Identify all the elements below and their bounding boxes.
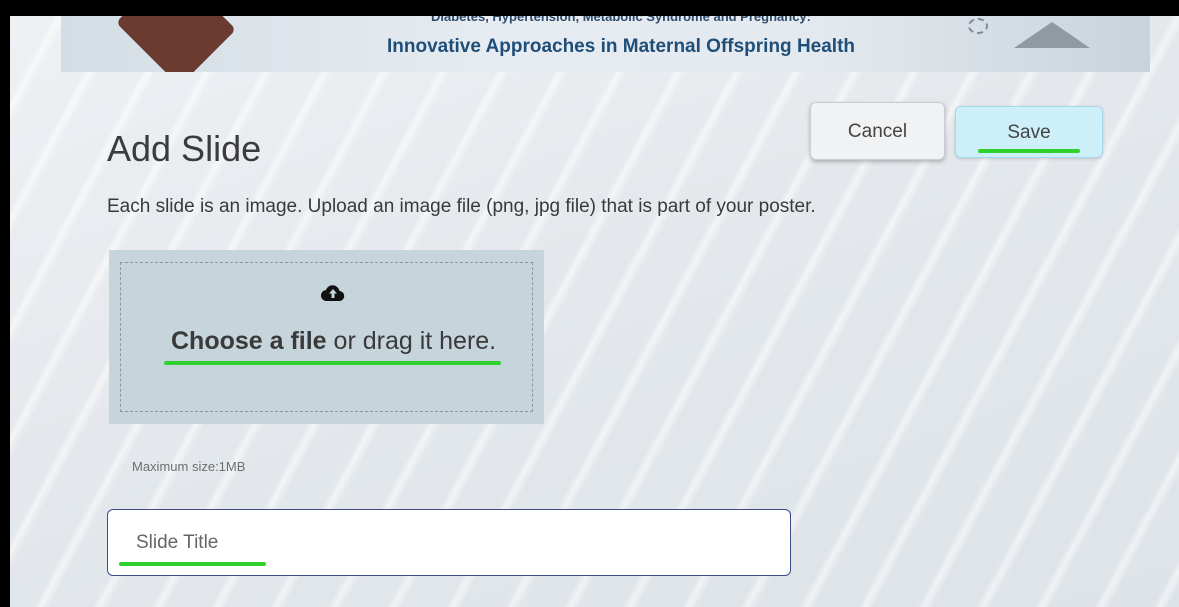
page-title: Add Slide [107,128,262,169]
banner-decoration [968,18,988,34]
banner-triangle [1014,22,1090,48]
highlight-save [978,149,1080,153]
choose-file-link[interactable]: Choose a file [171,327,327,355]
banner-title: Innovative Approaches in Maternal Offspr… [386,36,856,57]
dropzone-border: Choose a file or drag it here. [120,262,533,412]
conference-banner: Diabetes, Hypertension, Metabolic Syndro… [61,16,1150,72]
file-dropzone[interactable]: Choose a file or drag it here. [109,250,544,424]
max-size-hint: Maximum size:1MB [132,459,246,474]
cancel-button[interactable]: Cancel [810,102,945,160]
drag-hint: or drag it here. [326,327,497,355]
page: Diabetes, Hypertension, Metabolic Syndro… [10,16,1179,607]
upload-description: Each slide is an image. Upload an image … [107,196,816,217]
highlight-slide-title [119,562,266,566]
highlight-choose-file [164,361,501,365]
banner-photo [115,16,237,72]
cloud-upload-icon [321,285,345,302]
banner-subtitle: Diabetes, Hypertension, Metabolic Syndro… [431,16,811,24]
dropzone-text: Choose a file or drag it here. [171,327,496,356]
